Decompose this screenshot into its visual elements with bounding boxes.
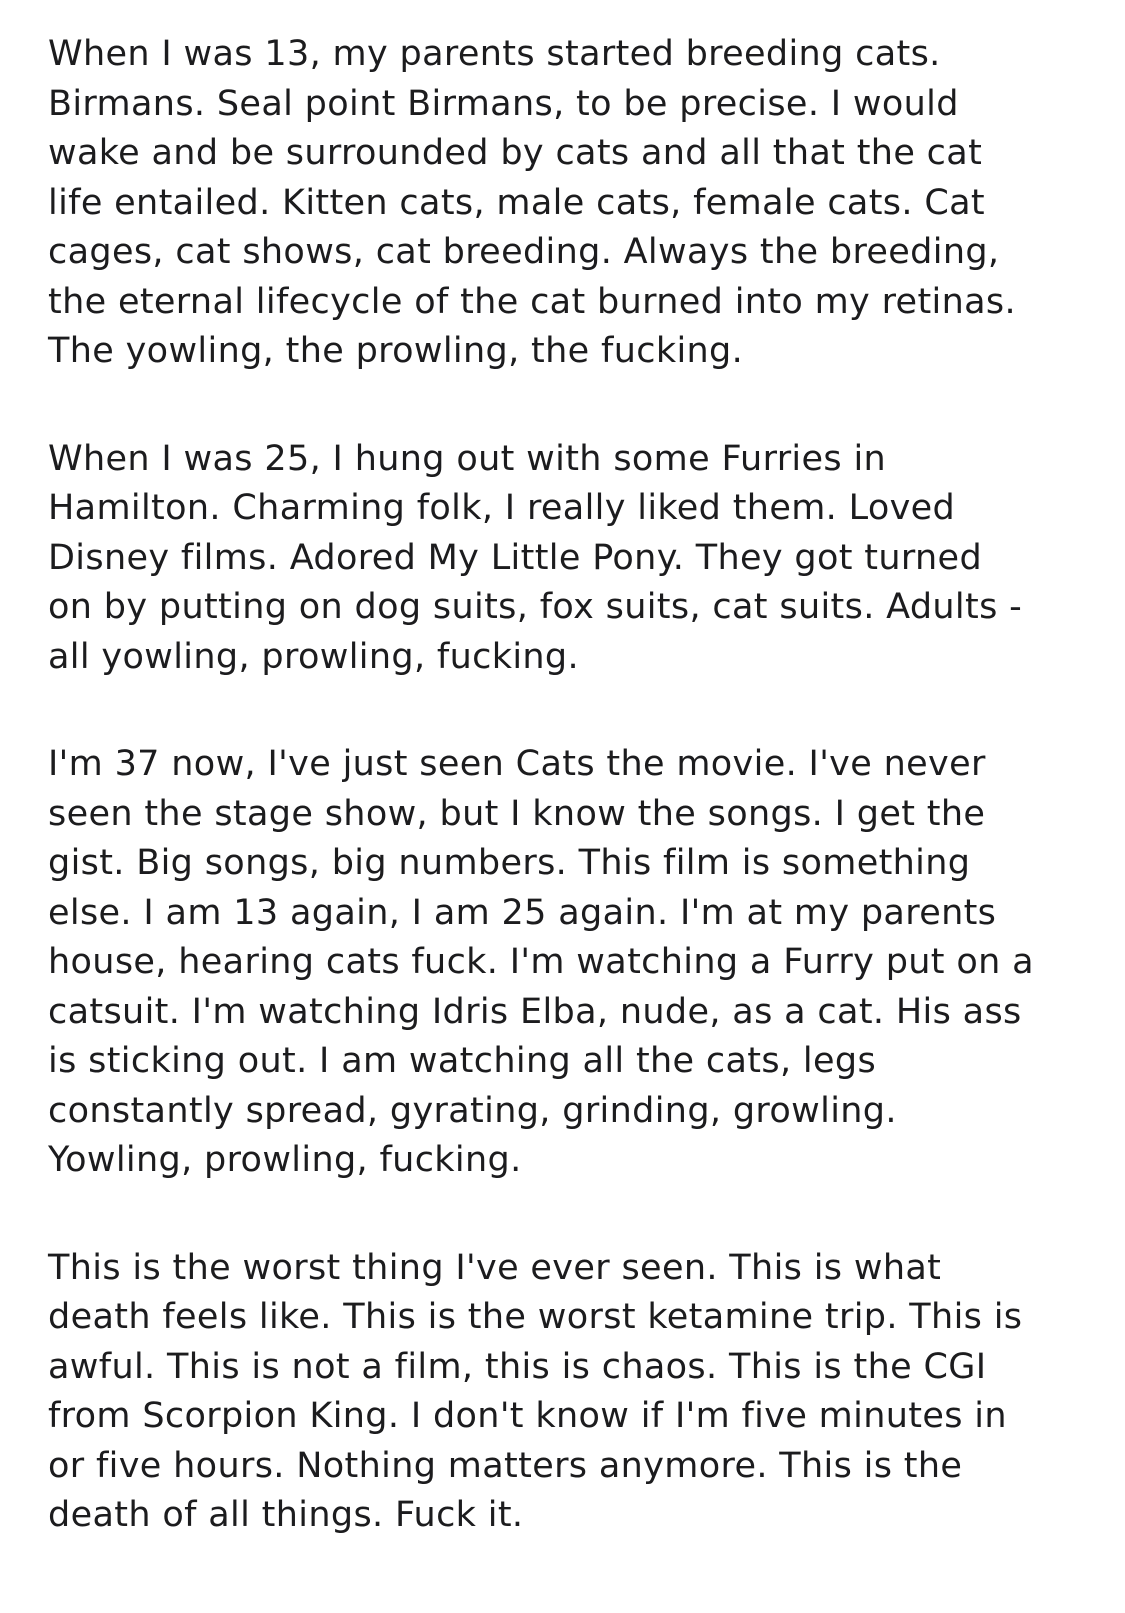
text-line: cages, cat shows, cat breeding. Always t… <box>48 232 1000 272</box>
paragraph: I'm 37 now, I've just seen Cats the movi… <box>48 740 1088 1186</box>
text-line: house, hearing cats fuck. I'm watching a… <box>48 942 1034 982</box>
text-line: When I was 25, I hung out with some Furr… <box>48 438 887 479</box>
text-line: death feels like. This is the worst keta… <box>48 1297 1023 1337</box>
paragraph: This is the worst thing I've ever seen. … <box>48 1244 1088 1541</box>
text-line: from Scorpion King. I don't know if I'm … <box>48 1396 1007 1436</box>
text-line: When I was 13, my parents started breedi… <box>48 34 941 74</box>
text-line: Hamilton. Charming folk, I really liked … <box>48 488 956 528</box>
text-line: is sticking out. I am watching all the c… <box>48 1041 877 1081</box>
text-line: I'm 37 now, I've just seen Cats the movi… <box>48 744 986 784</box>
text-line: or five hours. Nothing matters anymore. … <box>48 1445 963 1486</box>
text-line: life entailed. Kitten cats, male cats, f… <box>48 182 985 223</box>
note-body: When I was 13, my parents started breedi… <box>48 30 1088 1541</box>
text-line: constantly spread, gyrating, grinding, g… <box>48 1090 897 1131</box>
text-line: awful. This is not a film, this is chaos… <box>48 1346 987 1387</box>
text-line: seen the stage show, but I know the song… <box>48 793 986 834</box>
text-line: wake and be surrounded by cats and all t… <box>48 133 983 173</box>
text-line: gist. Big songs, big numbers. This film … <box>48 843 971 883</box>
text-line: This is the worst thing I've ever seen. … <box>48 1247 942 1288</box>
paragraph: When I was 13, my parents started breedi… <box>48 30 1088 377</box>
paragraph: When I was 25, I hung out with some Furr… <box>48 435 1088 683</box>
text-line: Yowling, prowling, fucking. <box>48 1140 522 1180</box>
text-line: all yowling, prowling, fucking. <box>48 636 579 677</box>
text-line: on by putting on dog suits, fox suits, c… <box>48 587 1023 627</box>
text-line: The yowling, the prowling, the fucking. <box>48 331 744 371</box>
text-line: the eternal lifecycle of the cat burned … <box>48 281 1016 322</box>
text-line: death of all things. Fuck it. <box>48 1495 524 1535</box>
text-line: Disney films. Adored My Little Pony. The… <box>48 537 983 578</box>
text-line: else. I am 13 again, I am 25 again. I'm … <box>48 892 997 933</box>
text-line: catsuit. I'm watching Idris Elba, nude, … <box>48 991 1022 1032</box>
text-line: Birmans. Seal point Birmans, to be preci… <box>48 83 959 124</box>
